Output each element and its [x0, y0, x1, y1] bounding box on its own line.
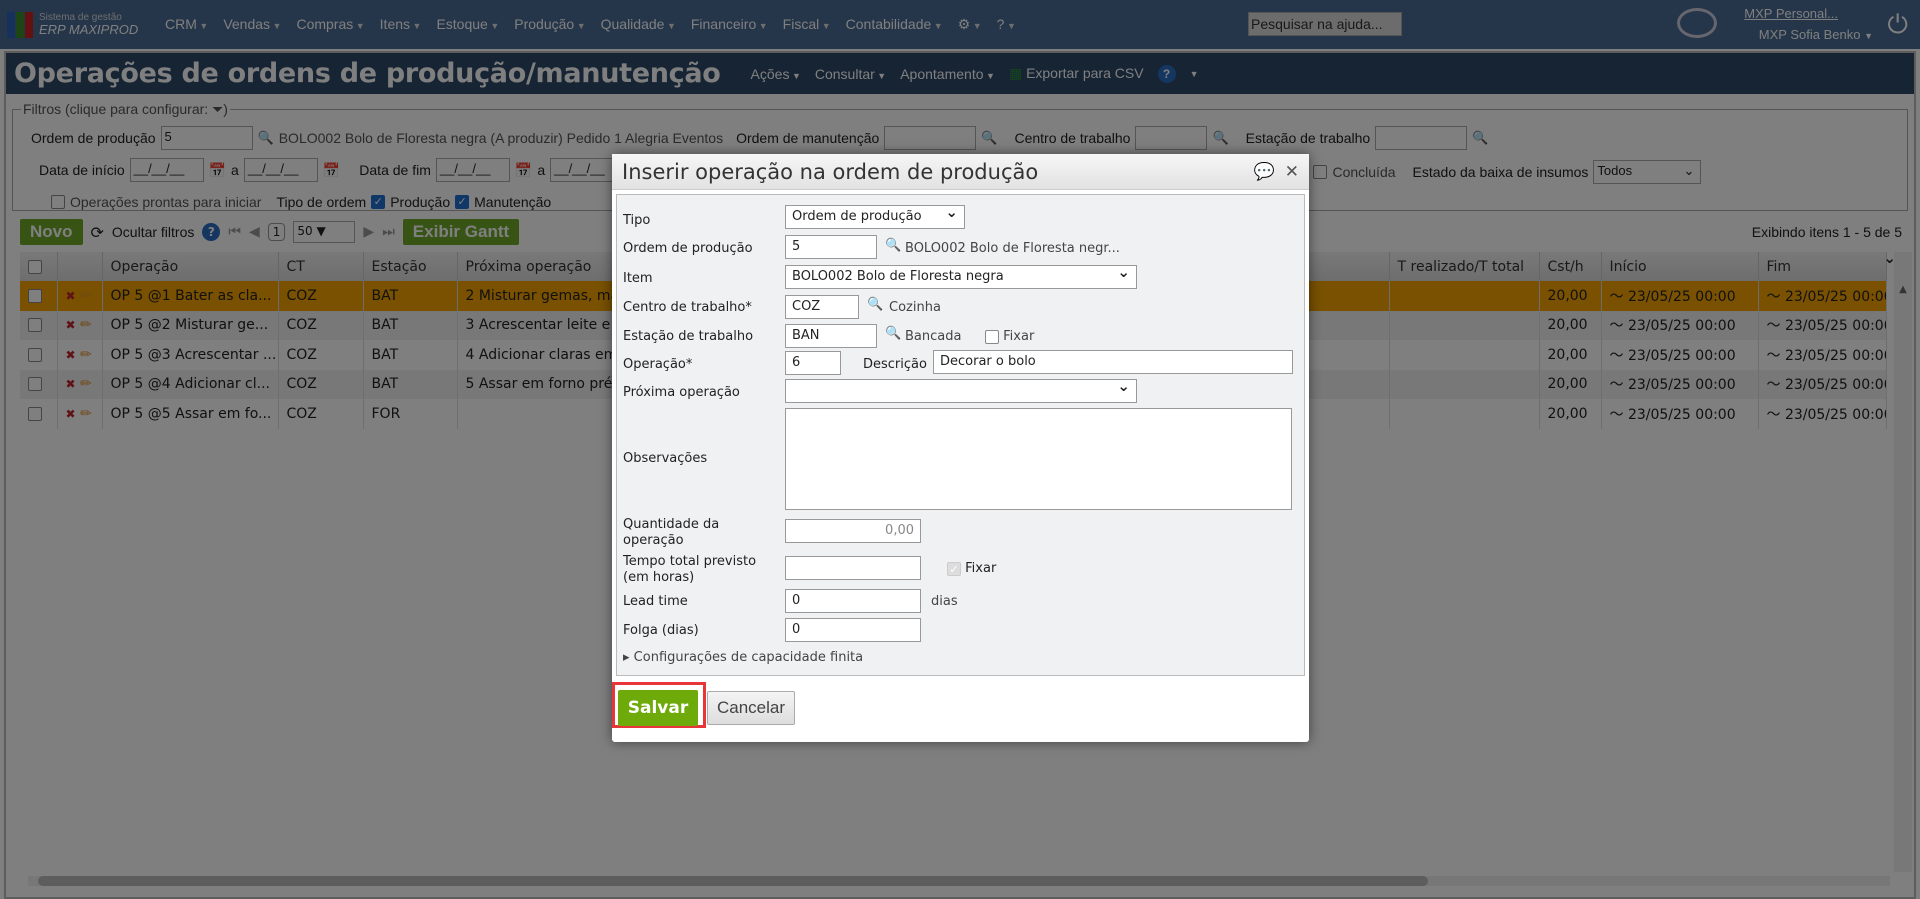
lead-time-label: Lead time	[623, 594, 688, 609]
capacidade-finita-toggle[interactable]: ▸ Configurações de capacidade finita	[623, 650, 863, 665]
fixar-tempo-label: Fixar	[965, 561, 997, 576]
ordem-producao-input[interactable]: 5	[785, 235, 877, 259]
quantidade-label: Quantidade da	[623, 517, 720, 532]
folga-input[interactable]: 0	[785, 618, 921, 642]
estacao-desc: Bancada	[905, 329, 962, 344]
insert-operation-dialog: Inserir operação na ordem de produção 💬 ✕…	[612, 154, 1309, 742]
ordem-producao-label: Ordem de produção	[623, 241, 753, 256]
search-icon[interactable]: 🔍	[885, 238, 901, 253]
centro-label: Centro de trabalho*	[623, 300, 752, 315]
folga-label: Folga (dias)	[623, 623, 699, 638]
dias-label: dias	[931, 594, 958, 609]
tipo-value: Ordem de produção	[792, 209, 922, 224]
observacoes-textarea[interactable]	[785, 408, 1292, 510]
centro-desc: Cozinha	[889, 300, 941, 315]
tipo-select[interactable]: Ordem de produção	[785, 203, 965, 229]
tipo-label: Tipo	[623, 213, 651, 228]
caret-right-icon: ▸	[623, 650, 630, 665]
fixar-label: Fixar	[1003, 329, 1035, 344]
item-label: Item	[623, 271, 653, 286]
estacao-label: Estação de trabalho	[623, 329, 754, 344]
close-icon[interactable]: ✕	[1285, 162, 1299, 182]
quantidade-input[interactable]: 0,00	[785, 519, 921, 543]
estacao-input[interactable]: BAN	[785, 324, 877, 348]
descricao-label: Descrição	[863, 357, 927, 372]
item-select[interactable]: BOLO002 Bolo de Floresta negra	[785, 263, 1137, 289]
fixar-tempo-checkbox[interactable]: ✓	[947, 561, 961, 576]
centro-input[interactable]: COZ	[785, 295, 859, 319]
tempo-label: Tempo total previsto	[623, 554, 757, 569]
observacoes-label: Observações	[623, 451, 708, 466]
ordem-producao-desc: BOLO002 Bolo de Floresta negr...	[905, 241, 1120, 256]
operacao-input[interactable]: 6	[785, 351, 841, 375]
dialog-form: Tipo Ordem de produção Ordem de produção…	[616, 194, 1305, 676]
cancelar-button[interactable]: Cancelar	[707, 691, 795, 725]
item-value: BOLO002 Bolo de Floresta negra	[792, 269, 1004, 284]
comment-icon[interactable]: 💬	[1254, 162, 1275, 182]
lead-time-input[interactable]: 0	[785, 589, 921, 613]
tempo-input[interactable]	[785, 556, 921, 580]
tempo-label-2: (em horas)	[623, 570, 695, 585]
salvar-button[interactable]: Salvar	[618, 690, 698, 726]
proxima-label: Próxima operação	[623, 385, 740, 400]
search-icon[interactable]: 🔍	[867, 297, 883, 312]
quantidade-label-2: operação	[623, 533, 684, 548]
fixar-estacao-checkbox[interactable]	[985, 329, 999, 344]
dialog-header: Inserir operação na ordem de produção 💬 ✕	[612, 154, 1309, 190]
dialog-title: Inserir operação na ordem de produção	[622, 159, 1039, 184]
operacao-label: Operação*	[623, 357, 693, 372]
search-icon[interactable]: 🔍	[885, 326, 901, 341]
proxima-select[interactable]	[785, 377, 1137, 403]
capacidade-label: Configurações de capacidade finita	[633, 650, 864, 665]
descricao-input[interactable]: Decorar o bolo	[933, 350, 1293, 374]
